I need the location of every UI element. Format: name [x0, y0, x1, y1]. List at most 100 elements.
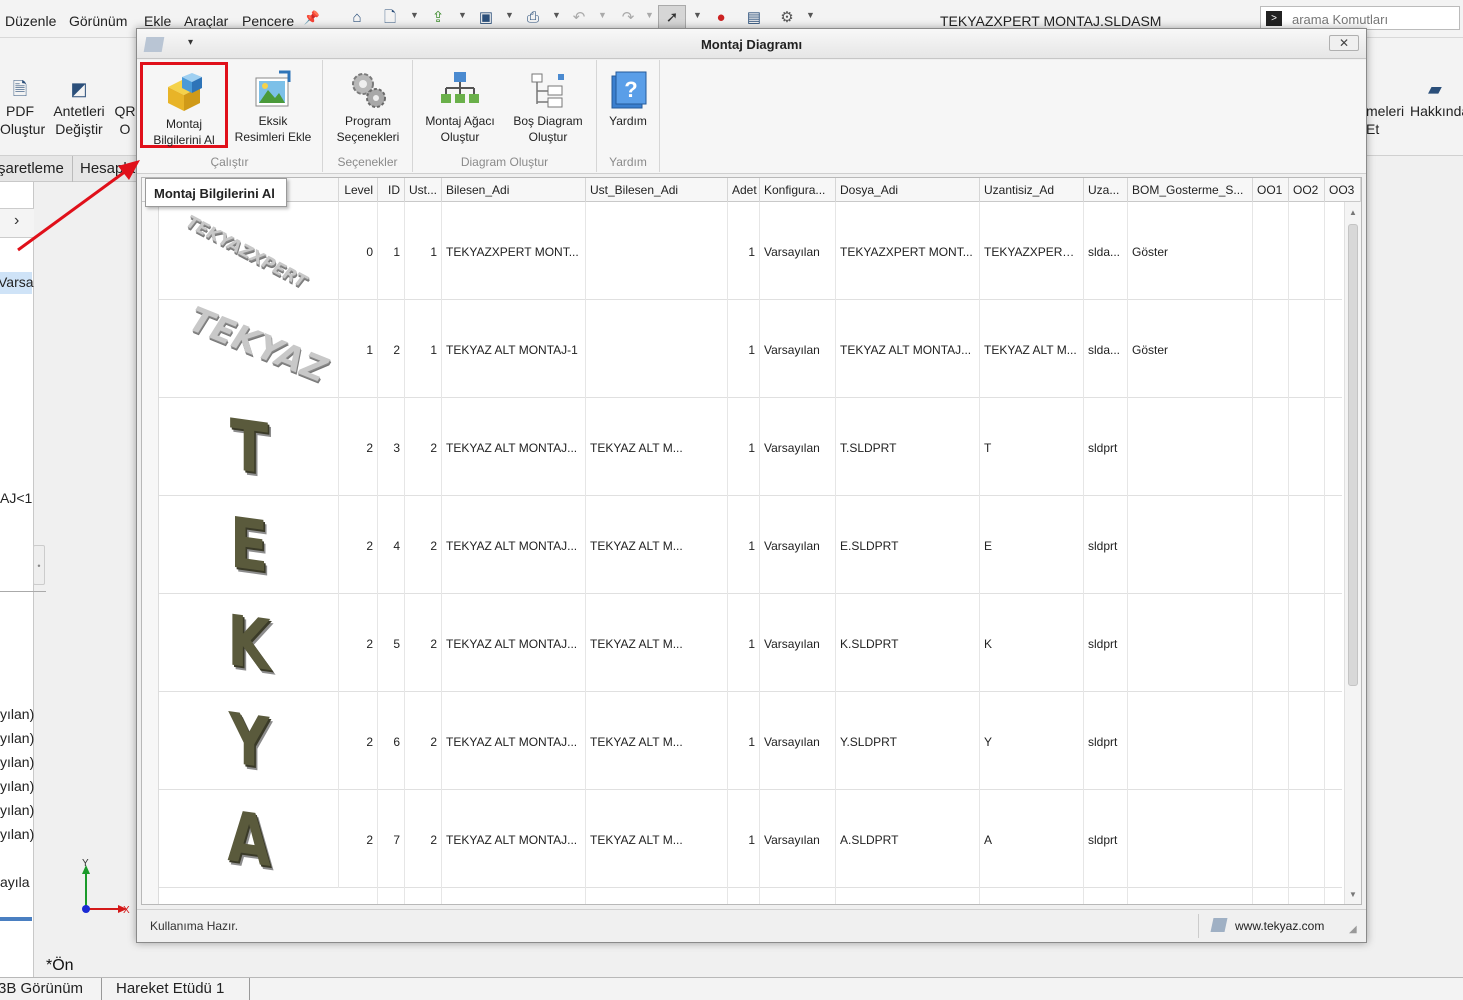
- menu-view[interactable]: Görünüm: [69, 13, 127, 29]
- tab-motion-study[interactable]: Hareket Etüdü 1: [116, 980, 224, 997]
- table-row[interactable]: [142, 888, 1342, 904]
- part-thumbnail[interactable]: Y: [159, 692, 339, 790]
- close-button[interactable]: ✕: [1329, 35, 1359, 51]
- save-icon[interactable]: ▣: [476, 8, 496, 28]
- traffic-light-icon[interactable]: ●: [711, 8, 731, 28]
- table-cell-bom[interactable]: Göster: [1128, 300, 1253, 398]
- table-cell-o1[interactable]: [1253, 496, 1289, 594]
- table-cell-bilesen[interactable]: TEKYAZ ALT MONTAJ-1: [442, 300, 586, 398]
- table-cell-uzantisiz[interactable]: E: [980, 496, 1084, 594]
- tab-markup[interactable]: şaretleme: [0, 160, 64, 177]
- table-cell-level[interactable]: 0: [339, 202, 378, 300]
- table-cell-adet[interactable]: 1: [728, 202, 760, 300]
- table-cell-uzantisiz[interactable]: TEKYAZ ALT M...: [980, 300, 1084, 398]
- table-cell[interactable]: [728, 888, 760, 904]
- search-commands-box[interactable]: > arama Komutları: [1260, 6, 1460, 30]
- table-cell[interactable]: [586, 888, 728, 904]
- assembly-data-grid[interactable]: Level ID Ust... Bilesen_Adi Ust_Bilesen_Adi A…: [141, 177, 1362, 905]
- home-icon[interactable]: ⌂: [347, 8, 367, 28]
- table-row[interactable]: TEKYAZXPERT 0 1 1 TEKYAZXPERT MONT... 1 Varsay…: [142, 202, 1342, 300]
- table-row[interactable]: Y 2 6 2 TEKYAZ ALT MONTAJ... TEKYAZ ALT M... 1…: [142, 692, 1342, 790]
- table-cell-bom[interactable]: [1128, 398, 1253, 496]
- table-cell-o1[interactable]: [1253, 398, 1289, 496]
- tab-calculate[interactable]: Hesapla: [80, 160, 135, 177]
- column-header[interactable]: Ust...: [405, 178, 442, 202]
- table-cell-ust[interactable]: 1: [405, 300, 442, 398]
- table-cell-o3[interactable]: [1325, 300, 1342, 398]
- row-selector[interactable]: [142, 888, 159, 904]
- chevron-down-icon[interactable]: ▼: [693, 10, 702, 20]
- table-cell-level[interactable]: 2: [339, 398, 378, 496]
- row-selector[interactable]: [142, 496, 159, 594]
- create-blank-diagram-button[interactable]: Boş Diagram Oluştur: [504, 62, 592, 148]
- table-cell-ust[interactable]: 2: [405, 496, 442, 594]
- chevron-down-icon[interactable]: ▼: [505, 10, 514, 20]
- column-header[interactable]: OO1: [1253, 178, 1289, 202]
- table-cell[interactable]: [1128, 888, 1253, 904]
- table-cell-o2[interactable]: [1289, 398, 1325, 496]
- part-thumbnail[interactable]: E: [159, 496, 339, 594]
- table-cell-id[interactable]: 1: [378, 202, 405, 300]
- table-cell-o3[interactable]: [1325, 790, 1342, 888]
- table-cell-uza[interactable]: slda...: [1084, 202, 1128, 300]
- table-cell-o3[interactable]: [1325, 398, 1342, 496]
- table-cell[interactable]: [339, 888, 378, 904]
- table-cell-uza[interactable]: sldprt: [1084, 692, 1128, 790]
- table-cell-bilesen[interactable]: TEKYAZ ALT MONTAJ...: [442, 692, 586, 790]
- part-thumbnail[interactable]: T: [159, 398, 339, 496]
- table-cell-konfig[interactable]: Varsayılan: [760, 496, 836, 594]
- table-cell-uza[interactable]: sldprt: [1084, 594, 1128, 692]
- tree-item-config-1[interactable]: yılan): [0, 706, 34, 722]
- program-options-button[interactable]: Program Seçenekleri: [324, 62, 412, 148]
- menu-tools[interactable]: Araçlar: [184, 13, 228, 29]
- table-cell-dosya[interactable]: A.SLDPRT: [836, 790, 980, 888]
- table-cell-uza[interactable]: sldprt: [1084, 790, 1128, 888]
- tree-item-config-6[interactable]: yılan): [0, 826, 34, 842]
- table-cell-dosya[interactable]: T.SLDPRT: [836, 398, 980, 496]
- table-cell-ust-bilesen[interactable]: TEKYAZ ALT M...: [586, 594, 728, 692]
- undo-icon[interactable]: ↶: [569, 8, 589, 28]
- table-cell-dosya[interactable]: E.SLDPRT: [836, 496, 980, 594]
- table-cell-o2[interactable]: [1289, 300, 1325, 398]
- menu-insert[interactable]: Ekle: [144, 13, 171, 29]
- chevron-down-icon[interactable]: ▼: [552, 10, 561, 20]
- row-selector[interactable]: [142, 692, 159, 790]
- menu-edit[interactable]: Düzenle: [5, 13, 56, 29]
- table-cell-konfig[interactable]: Varsayılan: [760, 398, 836, 496]
- table-cell-adet[interactable]: 1: [728, 790, 760, 888]
- row-selector[interactable]: [142, 300, 159, 398]
- about-button[interactable]: ▰ Hakkında: [1410, 78, 1463, 120]
- table-cell-o3[interactable]: [1325, 496, 1342, 594]
- open-icon[interactable]: ⇪: [428, 8, 448, 28]
- table-cell-uzantisiz[interactable]: T: [980, 398, 1084, 496]
- table-cell-konfig[interactable]: Varsayılan: [760, 790, 836, 888]
- column-header[interactable]: Level: [339, 178, 378, 202]
- tree-item-assembly[interactable]: AJ<1: [0, 490, 32, 506]
- table-cell-ust-bilesen[interactable]: [586, 202, 728, 300]
- pin-icon[interactable]: 📌: [302, 8, 322, 28]
- chevron-down-icon[interactable]: ▼: [806, 10, 815, 20]
- grid-vertical-scrollbar[interactable]: ▲ ▼: [1344, 202, 1361, 904]
- table-row[interactable]: T 2 3 2 TEKYAZ ALT MONTAJ... TEKYAZ ALT M... 1…: [142, 398, 1342, 496]
- help-button[interactable]: ? Yardım: [584, 62, 672, 148]
- table-cell-ust-bilesen[interactable]: TEKYAZ ALT M...: [586, 790, 728, 888]
- table-cell-konfig[interactable]: Varsayılan: [760, 300, 836, 398]
- table-cell-bom[interactable]: [1128, 692, 1253, 790]
- tree-item-config-5[interactable]: yılan): [0, 802, 34, 818]
- gear-icon[interactable]: ⚙: [777, 8, 797, 28]
- table-cell-level[interactable]: 2: [339, 692, 378, 790]
- chevron-right-icon[interactable]: ›: [14, 212, 19, 230]
- table-cell-level[interactable]: 2: [339, 594, 378, 692]
- table-cell-o1[interactable]: [1253, 202, 1289, 300]
- table-cell-ust[interactable]: 1: [405, 202, 442, 300]
- table-cell[interactable]: [1253, 888, 1289, 904]
- table-cell-id[interactable]: 4: [378, 496, 405, 594]
- table-cell-konfig[interactable]: Varsayılan: [760, 594, 836, 692]
- table-cell-bom[interactable]: Göster: [1128, 202, 1253, 300]
- table-cell[interactable]: [760, 888, 836, 904]
- pdf-create-button[interactable]: 🗎 PDF Oluştur: [0, 78, 45, 138]
- table-cell-dosya[interactable]: TEKYAZXPERT MONT...: [836, 202, 980, 300]
- column-header[interactable]: Konfigura...: [760, 178, 836, 202]
- scroll-up-arrow-icon[interactable]: ▲: [1349, 208, 1357, 217]
- table-cell[interactable]: [405, 888, 442, 904]
